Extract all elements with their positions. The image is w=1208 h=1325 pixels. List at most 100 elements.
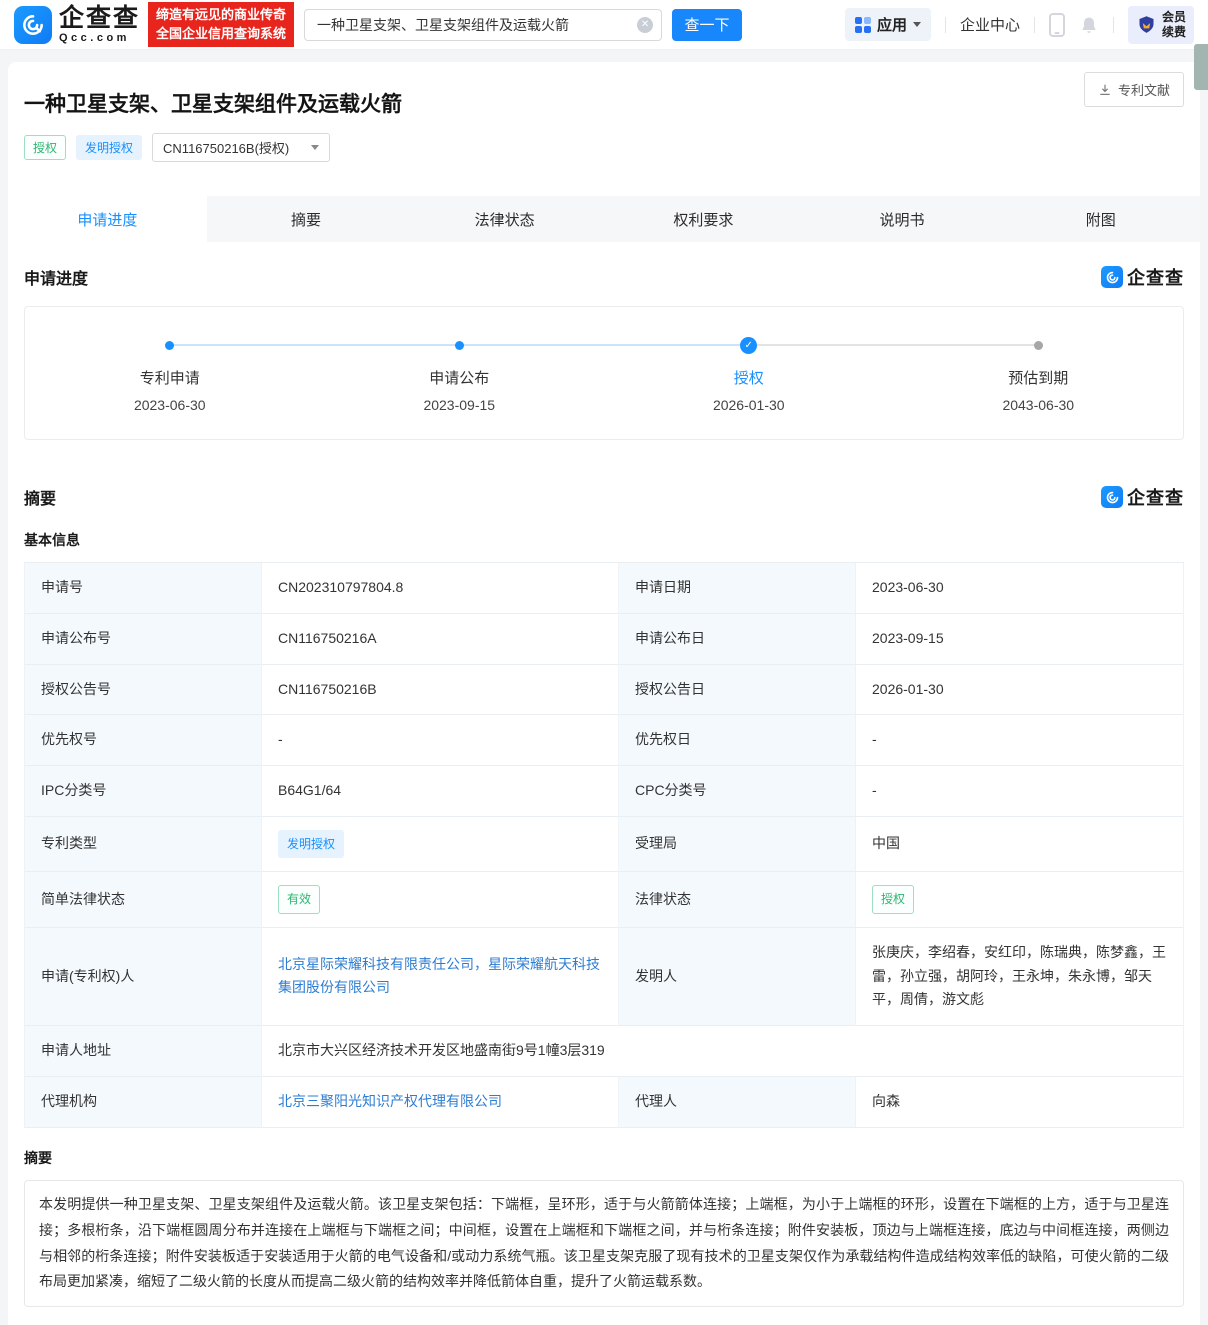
abstract-title: 摘要 bbox=[24, 1149, 52, 1166]
timeline-dot bbox=[165, 340, 175, 350]
table-label: 申请日期 bbox=[619, 563, 856, 614]
tab-abstract[interactable]: 摘要 bbox=[206, 196, 406, 242]
table-label: 代理机构 bbox=[25, 1076, 262, 1128]
qcc-logo[interactable]: 企查查 Qcc.com 缔造有远见的商业传奇 全国企业信用查询系统 bbox=[14, 1, 295, 48]
brand-name: 企查查 bbox=[59, 3, 141, 32]
summary-section-title: 摘要 bbox=[24, 491, 57, 508]
applicant-address-value: 北京市大兴区经济技术开发区地盛南街9号1幢3层319 bbox=[262, 1026, 1183, 1077]
member-renew-button[interactable]: 会员 续费 bbox=[1127, 5, 1194, 44]
timeline-dot bbox=[454, 340, 464, 350]
apps-grid-icon bbox=[854, 16, 871, 33]
chevron-down-icon bbox=[912, 22, 921, 27]
patent-detail-card: 一种卫星支架、卫星支架组件及运载火箭 授权 发明授权 CN116750216B(… bbox=[8, 62, 1201, 1325]
publication-number-select[interactable]: CN116750216B(授权) bbox=[152, 133, 331, 162]
tab-application-progress[interactable]: 申请进度 bbox=[8, 196, 207, 242]
divider bbox=[1112, 16, 1114, 33]
table-label: 授权公告号 bbox=[25, 664, 262, 716]
qcc-watermark-icon bbox=[1101, 486, 1123, 508]
qcc-watermark: 企查查 bbox=[1101, 264, 1184, 290]
search-area: ✕ 查一下 bbox=[304, 8, 743, 41]
abstract-text: 本发明提供一种卫星支架、卫星支架组件及运载火箭。该卫星支架包括：下端框，呈环形，… bbox=[24, 1179, 1184, 1308]
search-button[interactable]: 查一下 bbox=[672, 8, 743, 41]
patent-type-badge: 发明授权 bbox=[278, 829, 345, 859]
table-label: 申请公布号 bbox=[25, 613, 262, 665]
basic-info-title: 基本信息 bbox=[24, 532, 80, 548]
table-value: 中国 bbox=[856, 816, 1183, 873]
tab-legal-status[interactable]: 法律状态 bbox=[405, 196, 605, 242]
timeline-step-grant: ✓ 授权 2026-01-30 bbox=[604, 336, 894, 413]
tab-figures[interactable]: 附图 bbox=[1001, 196, 1201, 242]
patent-document-button[interactable]: 专利文献 bbox=[1083, 72, 1184, 107]
badge-row: 授权 发明授权 CN116750216B(授权) bbox=[24, 133, 1184, 162]
floating-side-widget[interactable] bbox=[1194, 44, 1208, 90]
table-label: CPC分类号 bbox=[619, 766, 856, 817]
divider bbox=[1033, 16, 1035, 33]
table-label: 申请人地址 bbox=[25, 1026, 262, 1077]
brand-slogan: 缔造有远见的商业传奇 全国企业信用查询系统 bbox=[148, 1, 295, 48]
table-value: 授权 bbox=[856, 872, 1183, 928]
progress-section-header: 申请进度 企查查 bbox=[8, 242, 1200, 290]
progress-section-title: 申请进度 bbox=[24, 271, 89, 288]
table-value: 发明授权 bbox=[262, 816, 619, 873]
table-label: 受理局 bbox=[619, 816, 856, 873]
timeline-dot bbox=[1033, 340, 1043, 350]
applicant-link[interactable]: 北京星际荣耀科技有限责任公司，星际荣耀航天科技集团股份有限公司 bbox=[278, 953, 602, 1001]
timeline-step-expiry: 预估到期 2043-06-30 bbox=[894, 337, 1184, 413]
divider bbox=[944, 16, 946, 33]
tab-claims[interactable]: 权利要求 bbox=[604, 196, 803, 242]
timeline-step-filing: 专利申请 2023-06-30 bbox=[25, 337, 315, 413]
table-label: 优先权日 bbox=[619, 715, 856, 767]
application-timeline: 专利申请 2023-06-30 申请公布 2023-09-15 ✓ 授权 202… bbox=[24, 306, 1184, 440]
agent-value: 向森 bbox=[856, 1076, 1183, 1128]
legal-status-badge: 授权 bbox=[872, 885, 915, 914]
type-badge: 发明授权 bbox=[76, 135, 143, 160]
table-label: 代理人 bbox=[619, 1076, 856, 1128]
table-value: 2023-09-15 bbox=[856, 613, 1183, 665]
agency-link[interactable]: 北京三聚阳光知识产权代理有限公司 bbox=[278, 1090, 502, 1114]
apps-menu-button[interactable]: 应用 bbox=[844, 8, 931, 41]
tab-bar: 申请进度 摘要 法律状态 权利要求 说明书 附图 bbox=[8, 196, 1201, 242]
download-icon bbox=[1100, 84, 1110, 95]
mobile-app-icon[interactable] bbox=[1048, 12, 1065, 37]
search-input[interactable] bbox=[317, 16, 638, 33]
timeline-check-icon: ✓ bbox=[740, 336, 758, 354]
brand-domain: Qcc.com bbox=[59, 31, 130, 44]
table-value: - bbox=[262, 715, 619, 767]
table-label: 发明人 bbox=[619, 927, 856, 1027]
tab-description[interactable]: 说明书 bbox=[802, 196, 1002, 242]
enterprise-center-link[interactable]: 企业中心 bbox=[960, 14, 1020, 35]
table-label: 申请(专利权)人 bbox=[25, 927, 262, 1027]
table-label: 简单法律状态 bbox=[25, 872, 262, 928]
qcc-watermark: 企查查 bbox=[1101, 484, 1184, 510]
table-label: 申请号 bbox=[25, 563, 262, 614]
top-header: 企查查 Qcc.com 缔造有远见的商业传奇 全国企业信用查询系统 ✕ 查一下 … bbox=[0, 0, 1208, 50]
table-label: 优先权号 bbox=[25, 715, 262, 767]
table-value: 2026-01-30 bbox=[856, 664, 1183, 716]
table-label: 法律状态 bbox=[619, 872, 856, 928]
clear-search-icon[interactable]: ✕ bbox=[637, 16, 654, 33]
table-value: 有效 bbox=[262, 872, 619, 928]
table-value: CN116750216B bbox=[262, 664, 619, 716]
summary-section-header: 摘要 企查查 bbox=[8, 440, 1200, 510]
qcc-logo-icon bbox=[14, 5, 52, 44]
table-label: IPC分类号 bbox=[25, 766, 262, 817]
table-value: 2023-06-30 bbox=[856, 563, 1183, 614]
table-label: 申请公布日 bbox=[619, 613, 856, 665]
qcc-watermark-icon bbox=[1101, 266, 1123, 288]
notifications-bell-icon[interactable] bbox=[1079, 15, 1099, 35]
status-badge: 授权 bbox=[24, 135, 67, 160]
table-value: CN202310797804.8 bbox=[262, 563, 619, 614]
header-nav: 应用 企业中心 会员 续费 bbox=[844, 5, 1194, 44]
timeline-step-publication: 申请公布 2023-09-15 bbox=[315, 337, 605, 413]
search-box[interactable]: ✕ bbox=[304, 8, 663, 41]
patent-header: 一种卫星支架、卫星支架组件及运载火箭 授权 发明授权 CN116750216B(… bbox=[8, 62, 1200, 162]
table-value: - bbox=[856, 766, 1183, 817]
inventors-value: 张庚庆，李绍春，安红印，陈瑞典，陈梦鑫，王雷，孙立强，胡阿玲，王永坤，朱永博，邹… bbox=[856, 927, 1183, 1027]
simple-legal-status-badge: 有效 bbox=[278, 885, 321, 914]
basic-info-table: 申请号 CN202310797804.8 申请日期 2023-06-30 申请公… bbox=[24, 562, 1184, 1128]
table-label: 专利类型 bbox=[25, 816, 262, 873]
table-value: CN116750216A bbox=[262, 613, 619, 665]
table-value: 北京三聚阳光知识产权代理有限公司 bbox=[262, 1076, 619, 1128]
table-value: - bbox=[856, 715, 1183, 767]
table-label: 授权公告日 bbox=[619, 664, 856, 716]
